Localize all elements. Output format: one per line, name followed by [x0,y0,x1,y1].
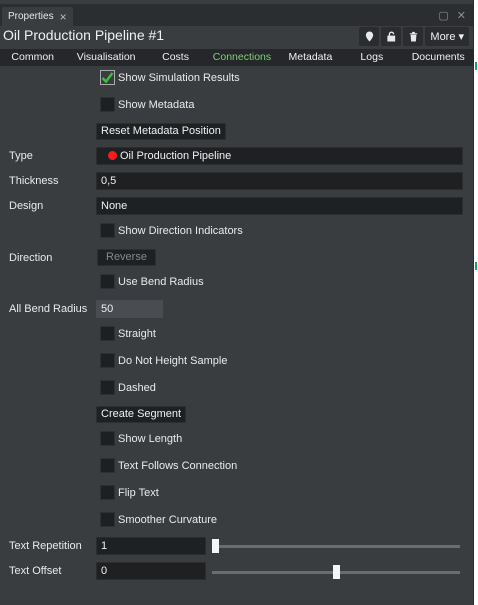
show-metadata-checkbox[interactable] [100,97,115,112]
text-follows-connection-label: Text Follows Connection [118,460,238,472]
design-select[interactable]: None [96,197,463,215]
text-repetition-slider[interactable] [212,539,460,553]
show-length-label: Show Length [118,433,183,445]
show-simulation-results-checkbox[interactable] [100,70,115,85]
tab-visualisation[interactable]: Visualisation [65,49,146,66]
type-color-dot [108,151,117,160]
edge-marker [475,262,477,270]
text-offset-slider-thumb[interactable] [333,565,340,579]
location-pin-button[interactable] [359,27,380,46]
create-segment-button[interactable]: Create Segment [96,406,187,423]
straight-checkbox[interactable] [100,326,115,341]
more-menu-button[interactable]: More ▾ [425,27,469,46]
tab-common[interactable]: Common [0,49,65,66]
smoother-curvature-checkbox[interactable] [100,512,115,527]
use-bend-radius-label: Use Bend Radius [118,276,204,288]
text-follows-connection-checkbox[interactable] [100,458,115,473]
show-length-checkbox[interactable] [100,431,115,446]
panel-tabstrip: Properties × ▢ ✕ [0,4,474,26]
do-not-height-sample-label: Do Not Height Sample [118,355,228,367]
lock-button[interactable] [381,27,402,46]
do-not-height-sample-checkbox[interactable] [100,353,115,368]
use-bend-radius-checkbox[interactable] [100,274,115,289]
direction-label: Direction [9,252,53,264]
trash-icon [409,31,418,42]
type-field[interactable]: Oil Production Pipeline [96,147,463,165]
title-toolbar: More ▾ [359,27,469,46]
text-offset-label: Text Offset [9,565,62,577]
dashed-checkbox[interactable] [100,380,115,395]
tab-metadata[interactable]: Metadata [280,49,341,66]
thickness-input[interactable]: 0,5 [96,172,463,190]
window-controls: ▢ ✕ [438,9,466,22]
category-tabs: Common Visualisation Costs Connections M… [0,49,474,66]
caret-down-icon: ▾ [458,31,464,43]
type-value: Oil Production Pipeline [120,150,232,162]
flip-text-label: Flip Text [118,487,159,499]
straight-label: Straight [118,328,156,340]
thickness-label: Thickness [9,175,59,187]
show-simulation-results-label: Show Simulation Results [118,72,240,84]
edge-marker [475,62,477,70]
design-label: Design [9,200,44,212]
tab-logs[interactable]: Logs [341,49,402,66]
tab-documents[interactable]: Documents [403,49,474,66]
show-direction-indicators-checkbox[interactable] [100,223,115,238]
flip-text-checkbox[interactable] [100,485,115,500]
show-metadata-label: Show Metadata [118,99,195,111]
tab-connections[interactable]: Connections [204,49,279,66]
text-repetition-label: Text Repetition [9,540,82,552]
reset-metadata-position-button[interactable]: Reset Metadata Position [96,123,226,140]
maximize-icon[interactable]: ▢ [438,9,448,22]
tab-properties[interactable]: Properties × [2,7,73,26]
location-pin-icon [365,31,374,42]
show-direction-indicators-label: Show Direction Indicators [118,225,243,237]
text-repetition-input[interactable]: 1 [96,537,206,555]
tab-costs[interactable]: Costs [147,49,204,66]
properties-panel: Properties × ▢ ✕ Oil Production Pipeline… [0,0,474,605]
delete-button[interactable] [403,27,424,46]
close-icon[interactable]: ✕ [457,9,466,22]
close-tab-icon[interactable]: × [60,10,67,24]
reverse-button[interactable]: Reverse [97,249,156,266]
checkmark-icon [101,72,114,84]
more-label: More [430,30,456,43]
text-offset-slider[interactable] [212,565,460,579]
text-offset-input[interactable]: 0 [96,562,206,580]
tab-properties-label: Properties [8,11,54,22]
smoother-curvature-label: Smoother Curvature [118,514,218,526]
all-bend-radius-label: All Bend Radius [9,303,88,315]
unlock-icon [387,31,396,42]
right-edge-strip [474,0,478,605]
dashed-label: Dashed [118,382,156,394]
page-title: Oil Production Pipeline #1 [3,27,165,43]
type-label: Type [9,150,33,162]
all-bend-radius-input[interactable]: 50 [96,300,163,318]
text-repetition-slider-thumb[interactable] [212,539,219,553]
